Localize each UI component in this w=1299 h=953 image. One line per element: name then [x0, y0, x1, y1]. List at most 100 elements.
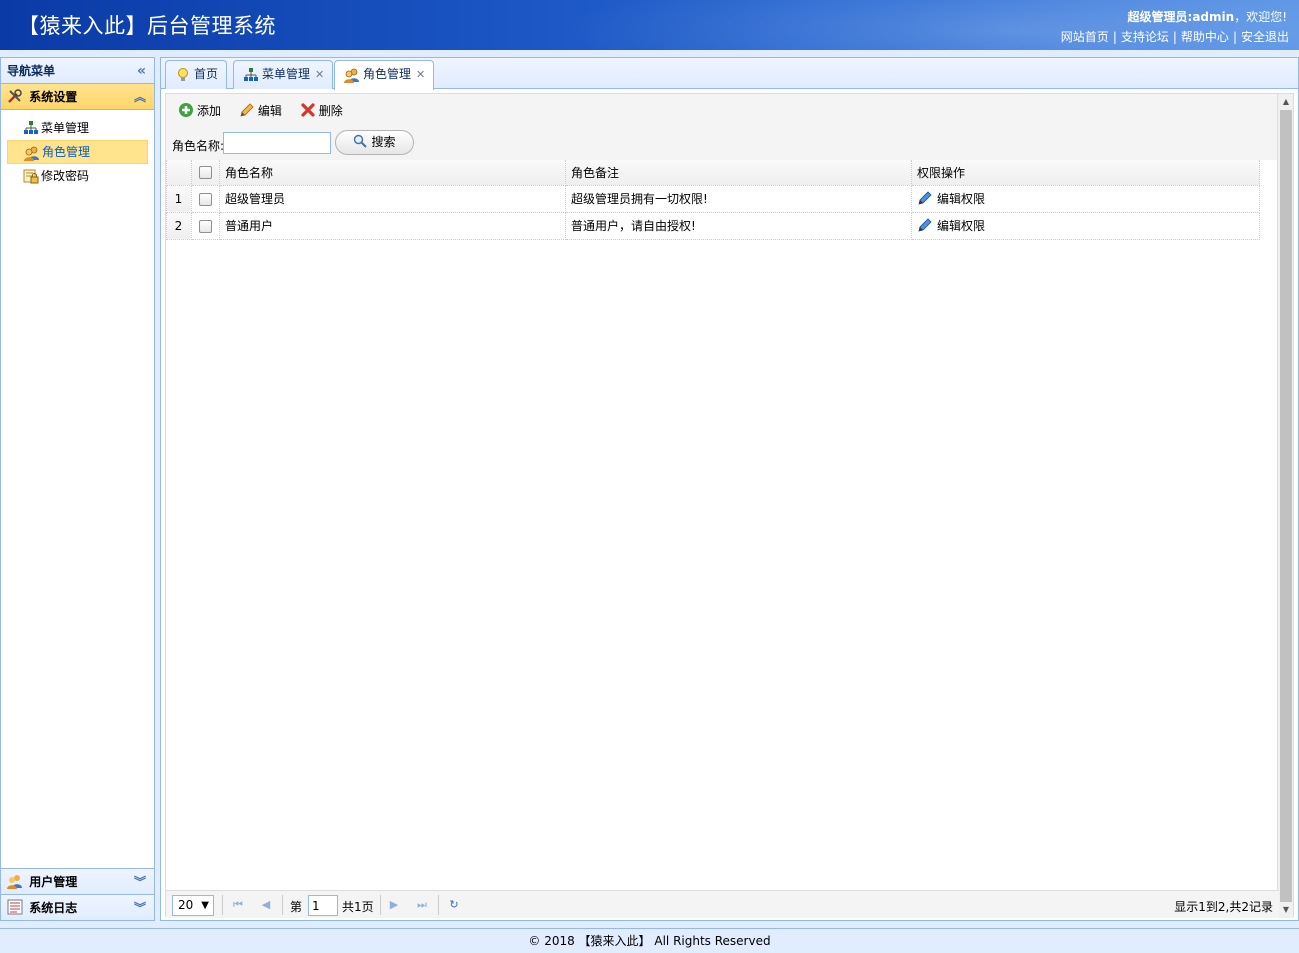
page-size-select[interactable]: 20 ▼ — [172, 895, 214, 916]
users-icon — [7, 875, 22, 889]
edit-permission-label: 编辑权限 — [937, 192, 986, 206]
table-row[interactable]: 1 超级管理员 超级管理员拥有一切权限! 编辑权限 — [166, 184, 1260, 213]
scroll-down-icon[interactable]: ▼ — [1278, 902, 1294, 918]
select-all-checkbox[interactable] — [198, 166, 212, 180]
delete-x-icon — [301, 103, 315, 117]
blue-pencil-icon — [918, 218, 932, 232]
sidebar-item-label: 菜单管理 — [41, 121, 90, 135]
refresh-icon[interactable]: ↻ — [446, 897, 462, 913]
role-remark-cell: 普通用户，请自由授权! — [565, 211, 912, 240]
welcome-text: ，欢迎您! — [1234, 10, 1287, 24]
role-remark-cell: 超级管理员拥有一切权限! — [565, 184, 912, 213]
edit-permission-link[interactable]: 编辑权限 — [917, 191, 986, 206]
row-checkbox[interactable] — [198, 219, 212, 233]
nav-section-user-management[interactable]: 用户管理 ︾ — [1, 868, 154, 894]
sidebar-item-role-management[interactable]: 角色管理 — [7, 140, 148, 164]
nav-section-label: 系统设置 — [29, 90, 78, 104]
nav-title-label: 导航菜单 — [7, 64, 56, 78]
nav-panel: 导航菜单 « 系统设置 ︽ 菜单管理 角色管理 修改密码 用户管理 ︾ 系统日志… — [0, 57, 155, 921]
pager-separator — [282, 895, 283, 915]
role-table: 角色名称 角色备注 权限操作 1 超级管理员 超级管理员拥有一切权限! 编辑权限… — [166, 160, 1260, 240]
row-select-cell — [191, 211, 220, 240]
role-name-search-input[interactable] — [223, 132, 331, 154]
table-row[interactable]: 2 普通用户 普通用户，请自由授权! 编辑权限 — [166, 211, 1260, 240]
collapse-left-icon[interactable]: « — [137, 58, 146, 84]
tab-label: 菜单管理 — [262, 67, 311, 81]
tab-home[interactable]: 首页 — [165, 60, 228, 89]
column-header-role-name[interactable]: 角色名称 — [219, 160, 566, 186]
page-total: 共1页 — [342, 900, 374, 914]
role-users-icon — [24, 146, 39, 161]
page-number-input[interactable] — [308, 895, 338, 916]
column-header-permission-action[interactable]: 权限操作 — [911, 160, 1260, 186]
delete-button[interactable]: 删除 — [300, 102, 343, 122]
grid-toolbar: 添加 编辑 删除 — [166, 94, 1293, 128]
scroll-up-icon[interactable]: ▲ — [1278, 94, 1294, 110]
sidebar-item-label: 修改密码 — [41, 169, 90, 183]
page-footer: © 2018 【猿来入此】 All Rights Reserved — [0, 928, 1299, 952]
tab-role-management[interactable]: 角色管理 ✕ — [334, 60, 435, 90]
link-help-center[interactable]: 帮助中心 — [1181, 30, 1229, 44]
link-logout[interactable]: 安全退出 — [1241, 30, 1289, 44]
user-greeting: 超级管理员:admin，欢迎您! — [1128, 8, 1287, 25]
nav-section-system-log[interactable]: 系统日志 ︾ — [1, 894, 154, 920]
table-header-row: 角色名称 角色备注 权限操作 — [166, 160, 1260, 186]
search-button[interactable]: 搜索 — [335, 130, 414, 155]
first-page-icon[interactable]: ⏮ — [230, 897, 246, 913]
role-grid: 角色名称 角色备注 权限操作 1 超级管理员 超级管理员拥有一切权限! 编辑权限… — [166, 160, 1279, 888]
scrollbar-thumb[interactable] — [1280, 110, 1292, 902]
permission-action-cell: 编辑权限 — [911, 211, 1260, 240]
footer-copyright: © 2018 【猿来入此】 All Rights Reserved — [528, 934, 771, 948]
column-header-role-remark[interactable]: 角色备注 — [565, 160, 912, 186]
tab-label: 角色管理 — [363, 67, 412, 81]
row-number: 1 — [166, 184, 192, 213]
search-label: 角色名称: — [172, 139, 225, 153]
search-button-label: 搜索 — [371, 135, 396, 149]
select-all-header — [191, 160, 220, 186]
row-checkbox[interactable] — [198, 192, 212, 206]
chevron-up-icon[interactable]: ︽ — [134, 84, 146, 110]
link-support-forum[interactable]: 支持论坛 — [1121, 30, 1169, 44]
pencil-icon — [240, 103, 254, 117]
page-size-value: 20 — [178, 898, 194, 912]
tab-bar: 首页 菜单管理 ✕ 角色管理 ✕ — [161, 58, 1298, 90]
pagination-bar: 20 ▼ ⏮ ◀ 第 共1页 ▶ ⏭ ↻ 显示1到2,共2记录 — [166, 890, 1279, 918]
sidebar-item-menu-management[interactable]: 菜单管理 — [7, 116, 148, 140]
role-users-icon — [344, 68, 359, 83]
delete-button-label: 删除 — [318, 104, 343, 118]
password-lock-icon — [23, 169, 39, 184]
edit-permission-link[interactable]: 编辑权限 — [917, 218, 985, 233]
add-button-label: 添加 — [197, 104, 222, 118]
sidebar-item-change-password[interactable]: 修改密码 — [7, 164, 148, 188]
role-management-content: 添加 编辑 删除 角色名称: 搜索 角色名称 角色备注 权限操作 1 超级管理员… — [165, 93, 1294, 918]
link-site-home[interactable]: 网站首页 — [1061, 30, 1109, 44]
search-icon — [354, 134, 368, 148]
tab-label: 首页 — [194, 67, 219, 81]
role-name-cell: 超级管理员 — [219, 184, 566, 213]
nav-section-system-settings[interactable]: 系统设置 ︽ — [1, 84, 154, 110]
chevron-down-icon[interactable]: ︾ — [134, 895, 146, 921]
vertical-scrollbar[interactable]: ▲ ▼ — [1277, 94, 1293, 918]
nav-tree: 菜单管理 角色管理 修改密码 — [1, 110, 154, 188]
last-page-icon[interactable]: ⏭ — [414, 897, 430, 913]
add-button[interactable]: 添加 — [178, 102, 221, 122]
row-number-header — [166, 160, 192, 186]
chevron-down-icon[interactable]: ︾ — [134, 869, 146, 895]
row-number: 2 — [166, 211, 192, 240]
permission-action-cell: 编辑权限 — [911, 184, 1260, 213]
blue-pencil-icon — [918, 191, 932, 205]
close-icon[interactable]: ✕ — [315, 68, 324, 81]
link-separator: | — [1232, 30, 1237, 44]
edit-button[interactable]: 编辑 — [239, 102, 282, 122]
tab-menu-management[interactable]: 菜单管理 ✕ — [233, 60, 334, 89]
nav-title: 导航菜单 « — [1, 58, 154, 84]
tools-icon — [8, 89, 22, 103]
pager-separator — [380, 895, 381, 915]
next-page-icon[interactable]: ▶ — [386, 897, 402, 913]
dropdown-caret-icon: ▼ — [201, 900, 209, 911]
search-bar: 角色名称: 搜索 — [166, 128, 1293, 160]
prev-page-icon[interactable]: ◀ — [258, 897, 274, 913]
close-icon[interactable]: ✕ — [416, 68, 425, 81]
sidebar-item-label: 角色管理 — [42, 145, 91, 159]
pager-separator — [438, 895, 439, 915]
